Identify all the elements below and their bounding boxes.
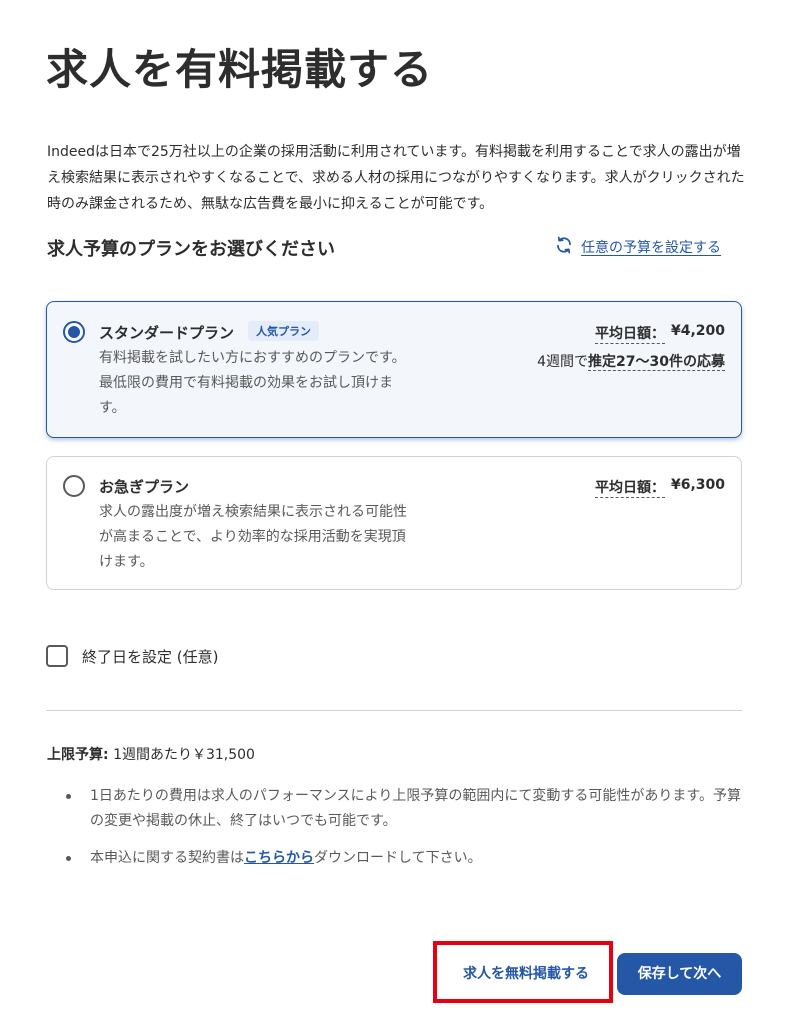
note-prefix: 本申込に関する契約書は (90, 850, 244, 866)
avg-daily-value: ¥4,200 (670, 323, 725, 339)
list-item: 1日あたりの費用は求人のパフォーマンスにより上限予算の範囲内にて変動する可能性が… (47, 784, 747, 834)
end-date-option[interactable]: 終了日を設定 (任意) (46, 645, 218, 667)
reach-value: 推定27〜30件の応募 (588, 354, 725, 371)
plan-card-urgent[interactable]: お急ぎプラン 求人の露出度が増え検索結果に表示される可能性が高まることで、より効… (46, 456, 742, 590)
list-item: 本申込に関する契約書はこちらからダウンロードして下さい。 (47, 846, 747, 871)
budget-cap: 上限予算: 1週間あたり￥31,500 (47, 744, 255, 764)
refresh-icon (555, 236, 573, 258)
note-text: 1日あたりの費用は求人のパフォーマンスにより上限予算の範囲内にて変動する可能性が… (90, 788, 741, 829)
intro-text: Indeedは日本で25万社以上の企業の採用活動に利用されています。有料掲載を利… (47, 144, 745, 212)
reach-prefix: 4週間で (537, 354, 589, 370)
urgent-plan-radio[interactable] (63, 475, 85, 497)
plan-description: 求人の露出度が増え検索結果に表示される可能性が高まることで、より効率的な採用活動… (99, 504, 407, 570)
end-date-checkbox[interactable] (46, 645, 68, 667)
contract-download-link[interactable]: こちらから (244, 850, 314, 866)
budget-cap-value: 1週間あたり￥31,500 (113, 747, 255, 763)
avg-daily-price: 平均日額： ¥6,300 (594, 477, 725, 498)
estimated-applications: 4週間で推定27〜30件の応募 (537, 351, 725, 371)
custom-budget-label: 任意の予算を設定する (581, 240, 721, 256)
avg-daily-label: 平均日額： (594, 323, 665, 344)
plan-card-standard[interactable]: スタンダードプラン 人気プラン 有料掲載を試したい方におすすめのプランです。最低… (46, 301, 742, 438)
page-title: 求人を有料掲載する (46, 45, 434, 94)
plan-name: お急ぎプラン (99, 478, 190, 496)
save-and-next-button[interactable]: 保存して次へ (617, 953, 742, 995)
post-free-button[interactable]: 求人を無料掲載する (446, 955, 606, 993)
plan-description: 有料掲載を試したい方におすすめのプランです。最低限の費用で有料掲載の効果をお試し… (99, 350, 406, 416)
end-date-label: 終了日を設定 (任意) (82, 647, 219, 666)
avg-daily-price: 平均日額： ¥4,200 (594, 323, 725, 344)
popular-badge: 人気プラン (248, 321, 319, 341)
divider (46, 710, 742, 711)
custom-budget-link[interactable]: 任意の予算を設定する (555, 236, 721, 258)
plan-section-heading: 求人予算のプランをお選びください (47, 239, 335, 260)
plan-name: スタンダードプラン (99, 324, 235, 342)
avg-daily-label: 平均日額： (594, 477, 665, 498)
avg-daily-value: ¥6,300 (670, 477, 725, 493)
note-suffix: ダウンロードして下さい。 (314, 850, 482, 866)
notes-list: 1日あたりの費用は求人のパフォーマンスにより上限予算の範囲内にて変動する可能性が… (47, 784, 747, 883)
budget-cap-label: 上限予算: (47, 747, 109, 763)
standard-plan-radio[interactable] (63, 321, 85, 343)
